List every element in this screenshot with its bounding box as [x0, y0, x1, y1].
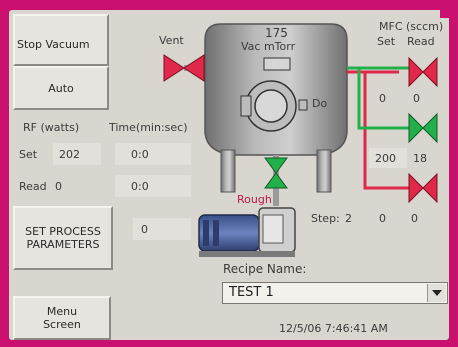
- mfc-set-header: Set: [377, 35, 396, 48]
- step-label: Step:: [311, 212, 340, 225]
- bezel-notch: [440, 0, 458, 18]
- recipe-select[interactable]: TEST 1: [222, 282, 448, 304]
- mfc-header: MFC (sccm): [379, 20, 444, 33]
- dropdown-arrow-icon[interactable]: [427, 284, 446, 302]
- recipe-label: Recipe Name:: [223, 262, 307, 276]
- mfc-valve-2[interactable]: [408, 112, 438, 144]
- chamber-leg-right: [316, 149, 332, 193]
- mfc-valve-3[interactable]: [408, 172, 438, 204]
- pressure-units: Vac mTorr: [241, 40, 296, 53]
- mfc-row1-set: 0: [379, 92, 386, 105]
- mfc-row2-set: 200: [375, 152, 396, 165]
- step-value-2: 0: [411, 212, 418, 225]
- chamber-window: [263, 57, 291, 71]
- mfc-pipe-red: [347, 70, 409, 190]
- mfc-read-header: Read: [407, 35, 435, 48]
- timestamp: 12/5/06 7:46:41 AM: [279, 322, 388, 335]
- pump-base: [199, 251, 295, 257]
- mfc-pipe-green: [347, 66, 409, 130]
- step-number: 2: [345, 212, 352, 225]
- vent-valve[interactable]: [163, 54, 205, 82]
- hmi-screen: Stop Vacuum Auto RF (watts) Time(min:sec…: [9, 10, 449, 340]
- vent-label: Vent: [159, 34, 184, 47]
- pressure-value: 175: [265, 26, 288, 40]
- door-hinge: [240, 95, 252, 117]
- rough-valve[interactable]: [264, 157, 288, 189]
- mfc-row2-read: 18: [413, 152, 427, 165]
- do-label: Do: [312, 97, 328, 110]
- step-value-1: 0: [379, 212, 386, 225]
- mfc-row1-read: 0: [413, 92, 420, 105]
- mfc-valve-1[interactable]: [408, 56, 438, 88]
- door-latch: [298, 99, 308, 111]
- chamber-leg-left: [220, 149, 236, 193]
- rough-label: Rough: [237, 193, 272, 206]
- recipe-selected-value: TEST 1: [229, 285, 274, 300]
